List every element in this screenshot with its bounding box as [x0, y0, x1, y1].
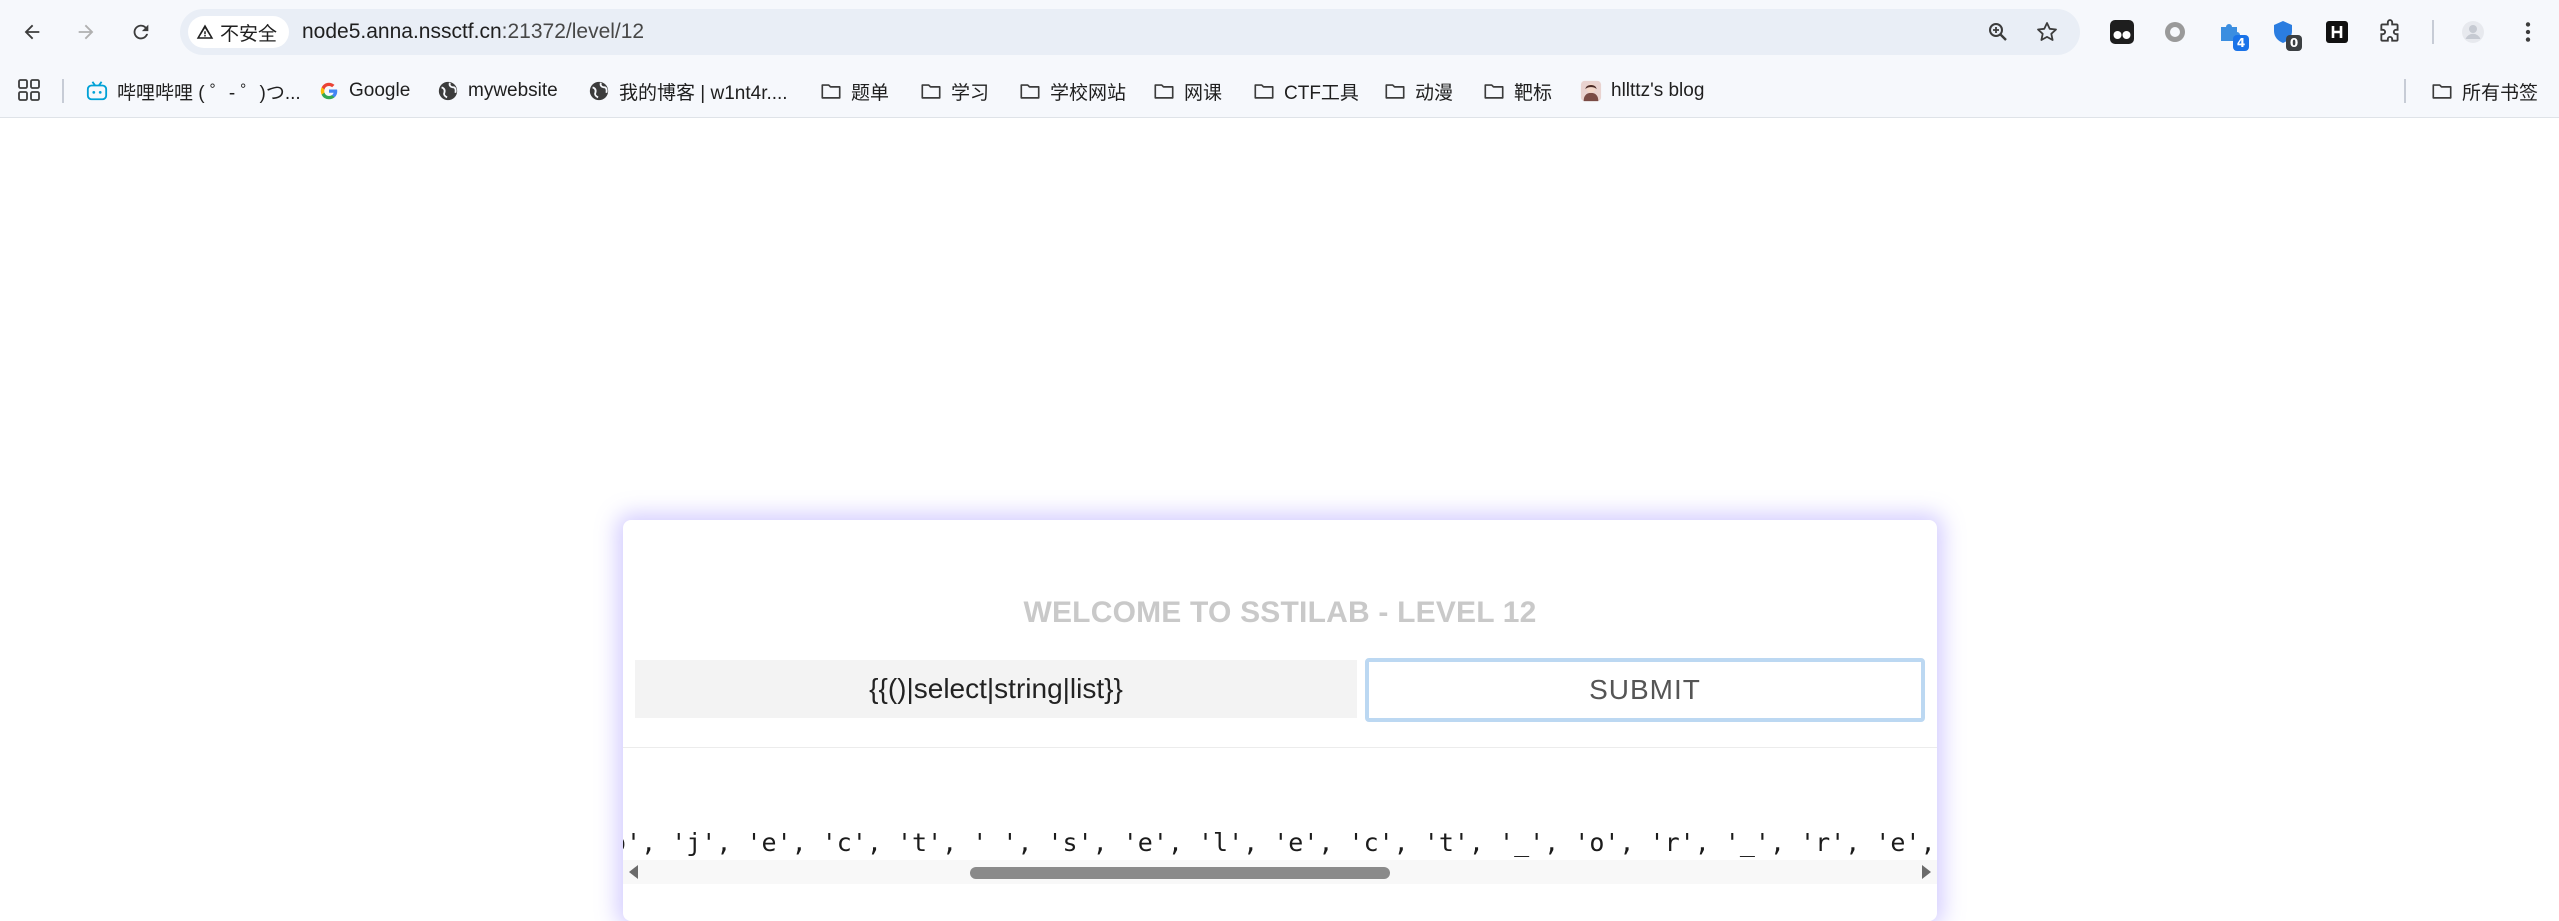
folder-icon	[821, 84, 841, 99]
arrow-left-icon	[24, 24, 40, 40]
globe-icon	[589, 81, 609, 101]
bookmark-label: hllttz's blog	[1611, 80, 1705, 101]
toolbar-divider	[2432, 20, 2434, 44]
folder-icon	[1254, 84, 1274, 99]
security-label: 不安全	[220, 23, 278, 45]
reload-icon	[133, 24, 149, 40]
bookmark-folder-wangke[interactable]: 网课	[1153, 75, 1222, 107]
url-text[interactable]: node5.anna.nssctf.cn:21372/level/12	[302, 20, 644, 44]
scrollbar-thumb[interactable]	[970, 867, 1390, 879]
google-icon	[320, 82, 338, 100]
bookmark-google[interactable]: Google	[318, 75, 410, 107]
bookmark-folder-school[interactable]: 学校网站	[1019, 75, 1126, 107]
bookmark-label: 题单	[851, 82, 890, 104]
folder-icon	[1020, 84, 1040, 99]
bookmark-folder-xuexi[interactable]: 学习	[920, 75, 989, 107]
page-title: WELCOME TO SSTILAB - LEVEL 12	[1023, 596, 1537, 629]
all-bookmarks-folder[interactable]: 所有书签	[2431, 75, 2538, 107]
bookmark-label: 我的博客 | w1nt4r....	[619, 82, 788, 104]
address-bar[interactable]: 不安全 node5.anna.nssctf.cn:21372/level/12	[180, 9, 2080, 55]
submit-button[interactable]: SUBMIT	[1365, 658, 1925, 722]
bookmark-bilibili[interactable]: 哔哩哔哩 ( ゜- ゜)つ...	[86, 75, 301, 107]
folder-icon	[1484, 84, 1504, 99]
bookmark-mywebsite[interactable]: mywebsite	[437, 75, 558, 107]
record-icon[interactable]	[2160, 17, 2190, 47]
divider	[623, 747, 1937, 748]
sstilab-card: WELCOME TO SSTILAB - LEVEL 12 SUBMIT o',…	[623, 520, 1937, 921]
tampermonkey-icon[interactable]	[2107, 17, 2137, 47]
extension-badge: 0	[2286, 35, 2302, 51]
bookmark-folder-tidan[interactable]: 题单	[820, 75, 889, 107]
folder-icon	[921, 84, 941, 99]
url-host: node5.anna.nssctf.cn	[302, 20, 502, 43]
globe-icon	[438, 81, 458, 101]
shield-ext-icon[interactable]: 0	[2268, 17, 2302, 51]
bookmark-folder-ctf[interactable]: CTF工具	[1253, 75, 1359, 107]
bookmarks-divider	[62, 79, 64, 103]
folder-icon	[1154, 84, 1174, 99]
bookmark-label: 网课	[1184, 82, 1223, 104]
back-button[interactable]	[14, 14, 50, 50]
browser-toolbar: 不安全 node5.anna.nssctf.cn:21372/level/12 …	[0, 0, 2559, 64]
url-path: :21372/level/12	[501, 20, 645, 43]
bookmark-label: Google	[349, 80, 411, 101]
hackbar-icon[interactable]	[2322, 17, 2352, 47]
bookmark-label: 哔哩哔哩 ( ゜- ゜)つ...	[117, 82, 301, 104]
bookmark-star-icon[interactable]	[2035, 20, 2059, 44]
bookmark-blog[interactable]: 我的博客 | w1nt4r....	[588, 75, 788, 107]
bookmark-folder-target[interactable]: 靶标	[1483, 75, 1552, 107]
apps-grid-icon[interactable]	[17, 78, 41, 102]
security-indicator[interactable]: 不安全	[188, 16, 290, 48]
payload-input[interactable]	[635, 660, 1357, 718]
menu-kebab-icon[interactable]	[2513, 17, 2543, 47]
bilibili-icon	[86, 81, 108, 101]
bookmark-label: 动漫	[1415, 82, 1454, 104]
zoom-icon[interactable]	[1986, 20, 2010, 44]
extensions-puzzle-icon[interactable]	[2375, 17, 2405, 47]
bookmark-label: mywebsite	[468, 80, 558, 101]
result-text: o', 'j', 'e', 'c', 't', ' ', 's', 'e', '…	[623, 828, 1936, 857]
arrow-right-icon	[78, 24, 94, 40]
profile-avatar-icon[interactable]	[2458, 17, 2488, 47]
extension-badge: 4	[2233, 35, 2249, 51]
result-output: o', 'j', 'e', 'c', 't', ' ', 's', 'e', '…	[623, 820, 1937, 896]
reload-button[interactable]	[123, 14, 159, 50]
warning-triangle-icon	[196, 24, 214, 39]
folder-icon	[2432, 84, 2452, 99]
bookmark-label: 靶标	[1514, 82, 1553, 104]
puzzle-ext-icon[interactable]: 4	[2215, 17, 2249, 51]
bookmarks-divider	[2404, 79, 2406, 103]
scroll-left-icon[interactable]	[629, 865, 638, 879]
bookmark-label: 所有书签	[2462, 82, 2539, 104]
bookmark-hllttz-blog[interactable]: hllttz's blog	[1580, 75, 1704, 107]
bookmark-label: CTF工具	[1284, 82, 1359, 104]
scroll-right-icon[interactable]	[1922, 865, 1931, 879]
horizontal-scrollbar[interactable]	[623, 860, 1937, 884]
bookmark-label: 学习	[951, 82, 990, 104]
folder-icon	[1385, 84, 1405, 99]
avatar-icon	[1580, 80, 1602, 102]
bookmarks-bar: 哔哩哔哩 ( ゜- ゜)つ... Google mywebsite 我的博客 |…	[0, 64, 2559, 118]
bookmark-label: 学校网站	[1050, 82, 1127, 104]
bookmark-folder-anime[interactable]: 动漫	[1384, 75, 1453, 107]
forward-button[interactable]	[68, 14, 104, 50]
